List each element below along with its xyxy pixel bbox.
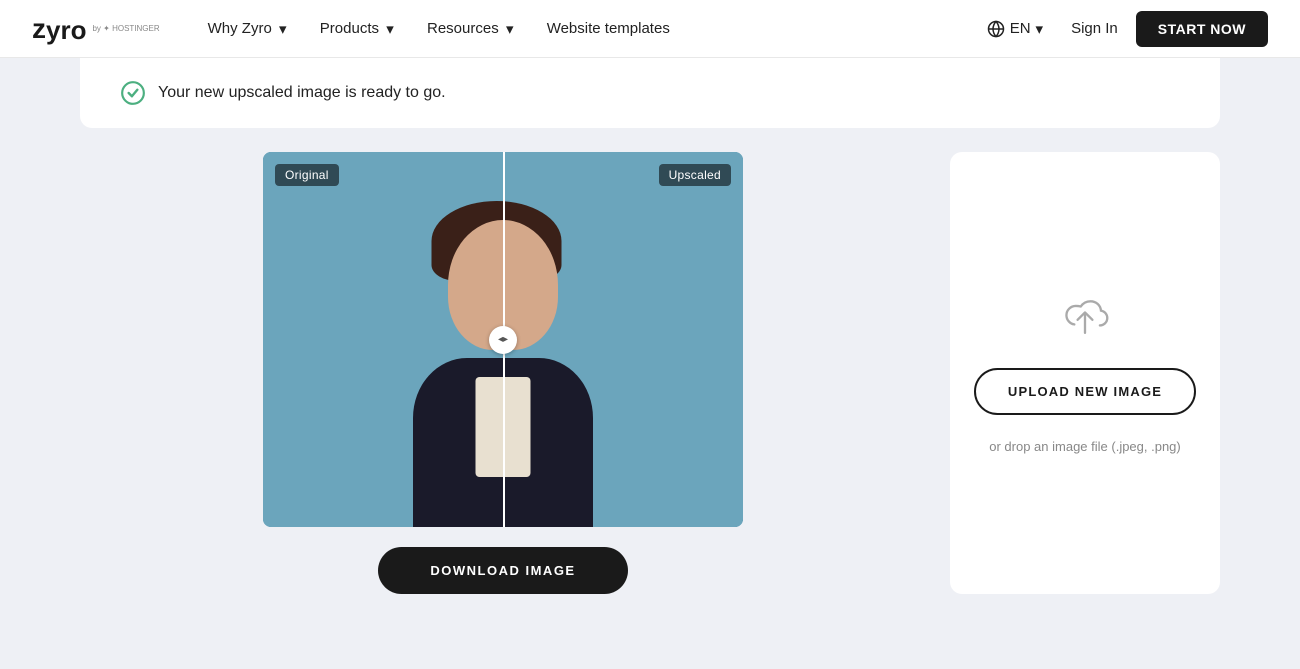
nav-item-templates[interactable]: Website templates bbox=[535, 14, 682, 43]
comparison-handle[interactable]: ◂▸ bbox=[489, 326, 517, 354]
cloud-upload-icon bbox=[1055, 292, 1115, 344]
logo-z: z bbox=[32, 15, 46, 43]
chevron-down-icon: ▾ bbox=[383, 22, 397, 36]
nav-right: EN ▾ Sign In START NOW bbox=[977, 11, 1268, 47]
nav-item-resources[interactable]: Resources ▾ bbox=[415, 14, 529, 43]
logo-hostinger: by ✦ HOSTINGER bbox=[92, 24, 159, 33]
nav-label-resources: Resources bbox=[427, 20, 499, 37]
main-content: Your new upscaled image is ready to go. bbox=[0, 58, 1300, 658]
check-circle-icon bbox=[120, 80, 146, 106]
nav-label-products: Products bbox=[320, 20, 379, 37]
image-section: Original Upscaled ◂▸ DOWNLOAD IMAGE bbox=[80, 152, 926, 594]
success-banner: Your new upscaled image is ready to go. bbox=[80, 58, 1220, 128]
drop-hint: or drop an image file (.jpeg, .png) bbox=[989, 439, 1181, 454]
nav-item-why-zyro[interactable]: Why Zyro ▾ bbox=[196, 14, 302, 43]
nav-label-templates: Website templates bbox=[547, 20, 670, 37]
handle-arrows-icon: ◂▸ bbox=[498, 334, 508, 345]
upload-new-button[interactable]: UPLOAD NEW IMAGE bbox=[974, 368, 1196, 415]
logo[interactable]: z yro by ✦ HOSTINGER bbox=[32, 15, 160, 43]
content-row: Original Upscaled ◂▸ DOWNLOAD IMAGE bbox=[80, 128, 1220, 618]
language-selector[interactable]: EN ▾ bbox=[977, 14, 1053, 44]
upload-icon-area bbox=[1055, 292, 1115, 344]
logo-by-text: by ✦ HOSTINGER bbox=[92, 24, 159, 33]
logo-yro: yro bbox=[46, 17, 86, 43]
original-label: Original bbox=[275, 164, 339, 186]
chevron-down-icon: ▾ bbox=[503, 22, 517, 36]
nav-links: Why Zyro ▾ Products ▾ Resources ▾ Websit… bbox=[196, 14, 977, 43]
upload-panel: UPLOAD NEW IMAGE or drop an image file (… bbox=[950, 152, 1220, 594]
nav-label-why-zyro: Why Zyro bbox=[208, 20, 272, 37]
chevron-down-icon: ▾ bbox=[1036, 20, 1044, 38]
chevron-down-icon: ▾ bbox=[276, 22, 290, 36]
image-comparison[interactable]: Original Upscaled ◂▸ bbox=[263, 152, 743, 527]
start-now-button[interactable]: START NOW bbox=[1136, 11, 1268, 47]
navbar: z yro by ✦ HOSTINGER Why Zyro ▾ Products… bbox=[0, 0, 1300, 58]
signin-link[interactable]: Sign In bbox=[1071, 20, 1118, 37]
lang-label: EN bbox=[1010, 20, 1031, 37]
success-message: Your new upscaled image is ready to go. bbox=[158, 84, 446, 102]
nav-item-products[interactable]: Products ▾ bbox=[308, 14, 409, 43]
download-button[interactable]: DOWNLOAD IMAGE bbox=[378, 547, 627, 594]
upscaled-label: Upscaled bbox=[659, 164, 731, 186]
globe-icon bbox=[987, 20, 1005, 38]
